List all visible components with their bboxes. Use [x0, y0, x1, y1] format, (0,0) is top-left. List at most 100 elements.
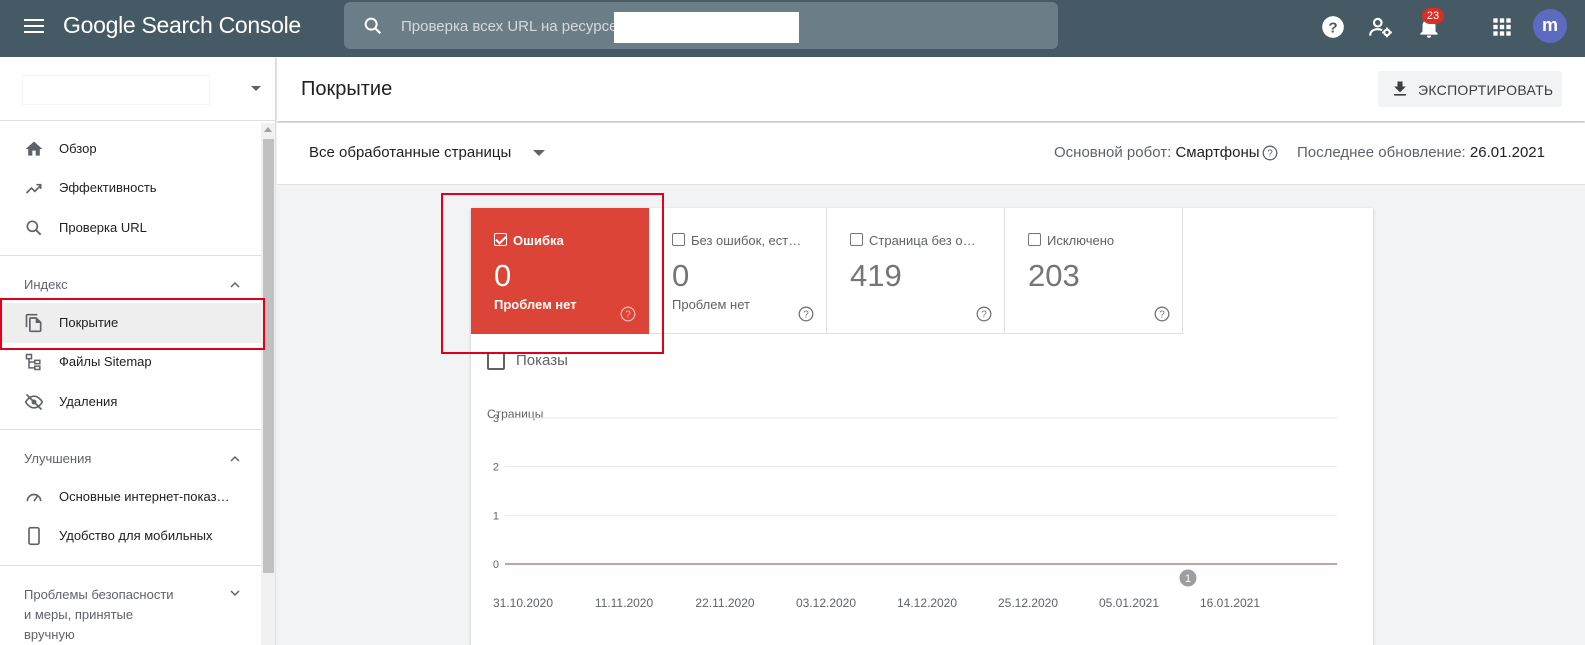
- last-updated-label: Последнее обновление:: [1297, 144, 1466, 161]
- svg-text:?: ?: [803, 310, 809, 321]
- last-updated-value: 26.01.2021: [1469, 144, 1545, 161]
- sidebar-scroll-thumb[interactable]: [263, 139, 274, 573]
- search-input[interactable]: [401, 13, 621, 39]
- trending-up-icon: [25, 183, 42, 194]
- chevron-down-icon[interactable]: [229, 587, 241, 599]
- section-security-line: Проблемы безопасности: [24, 587, 174, 602]
- apps-grid-icon[interactable]: [1489, 14, 1515, 40]
- coverage-card: Ошибка 0 Проблем нет ? Без ошибок, ест… …: [471, 208, 1373, 645]
- sidebar-item-label: Удаления: [59, 394, 118, 409]
- help-icon[interactable]: ?: [1320, 14, 1346, 40]
- section-index[interactable]: Индекс: [24, 277, 68, 292]
- tile-checkbox[interactable]: [494, 233, 507, 246]
- tile-label: Исключено: [1047, 233, 1115, 248]
- tile-checkbox[interactable]: [850, 233, 863, 246]
- export-label: ЭКСПОРТИРОВАТЬ: [1418, 82, 1554, 98]
- tile-value: 0: [494, 258, 512, 293]
- tile-checkbox[interactable]: [672, 233, 685, 246]
- tile-value: 0: [672, 258, 690, 293]
- x-tick-label: 22.11.2020: [695, 596, 754, 610]
- sidebar-item-performance[interactable]: Эффективность: [0, 168, 262, 208]
- svg-text:?: ?: [1267, 149, 1273, 160]
- chevron-down-icon[interactable]: [533, 150, 545, 156]
- section-security-line: и меры, принятые: [24, 607, 134, 622]
- speed-icon: [26, 493, 42, 502]
- url-inspection-search[interactable]: [344, 2, 1058, 49]
- sidebar-item-core-web-vitals[interactable]: Основные интернет-показ…: [0, 477, 262, 517]
- impressions-checkbox[interactable]: [487, 352, 505, 370]
- scroll-up-arrow-icon[interactable]: [264, 127, 272, 132]
- tile-valid-with-warnings[interactable]: Без ошибок, ест… 0 Проблем нет ?: [649, 208, 827, 334]
- svg-text:?: ?: [625, 310, 631, 321]
- svg-text:?: ?: [1159, 310, 1165, 321]
- sidebar-item-label: Файлы Sitemap: [59, 354, 152, 369]
- x-tick-label: 03.12.2020: [796, 596, 856, 610]
- property-selector[interactable]: [0, 57, 276, 121]
- removals-icon: [24, 393, 44, 411]
- section-security-line: вручную: [24, 627, 75, 642]
- sidebar-item-label: Основные интернет-показ…: [59, 489, 230, 504]
- section-enhancements[interactable]: Улучшения: [24, 451, 91, 466]
- sidebar-item-sitemaps[interactable]: Файлы Sitemap: [0, 342, 262, 382]
- chevron-up-icon[interactable]: [229, 453, 241, 465]
- divider: [0, 255, 261, 256]
- sidebar-item-label: Эффективность: [59, 180, 157, 195]
- sidebar-item-label: Обзор: [59, 141, 97, 156]
- tile-label: Страница без о…: [869, 233, 976, 248]
- tile-valid[interactable]: Страница без о… 419 ?: [827, 208, 1005, 334]
- help-outline-icon[interactable]: ?: [976, 306, 992, 322]
- page-title: Покрытие: [301, 78, 393, 100]
- section-security[interactable]: Проблемы безопасности и меры, принятые в…: [24, 585, 174, 645]
- top-bar: Google Search Console ? 23 m: [0, 0, 1585, 57]
- tile-checkbox[interactable]: [1028, 233, 1041, 246]
- tile-label: Ошибка: [513, 233, 564, 248]
- sidebar-item-url-inspection[interactable]: Проверка URL: [0, 208, 262, 248]
- manage-users-icon[interactable]: [1368, 14, 1394, 40]
- tile-excluded[interactable]: Исключено 203 ?: [1005, 208, 1183, 334]
- svg-text:?: ?: [1328, 19, 1337, 36]
- chevron-up-icon[interactable]: [229, 279, 241, 291]
- x-tick-label: 05.01.2021: [1099, 596, 1159, 610]
- coverage-chart: Страницы321031.10.2020 11.11.2020 22.11.20…: [487, 407, 1337, 610]
- redacted-property-name: [22, 75, 210, 105]
- page-header: Покрытие ЭКСПОРТИРОВАТЬ: [277, 57, 1585, 121]
- sidebar-item-label: Покрытие: [59, 315, 119, 330]
- help-outline-icon[interactable]: ?: [1262, 145, 1278, 161]
- x-tick-label: 11.11.2020: [595, 596, 654, 610]
- search-icon: [364, 17, 382, 35]
- tile-subtitle: Проблем нет: [672, 297, 750, 312]
- svg-text:?: ?: [981, 310, 987, 321]
- account-avatar[interactable]: m: [1533, 9, 1567, 43]
- sidebar: Обзор Эффективность Проверка URL Индекс …: [0, 57, 276, 645]
- x-tick-label: 16.01.2021: [1200, 596, 1260, 610]
- help-outline-icon[interactable]: ?: [620, 306, 636, 322]
- sidebar-item-label: Проверка URL: [59, 220, 147, 235]
- y-tick-label: 1: [493, 510, 499, 522]
- tile-label: Без ошибок, ест…: [691, 233, 802, 248]
- y-tick-label: 3: [493, 413, 499, 425]
- chart-annotation-label: 1: [1185, 573, 1191, 585]
- tile-value: 419: [850, 258, 902, 293]
- sidebar-item-removals[interactable]: Удаления: [0, 382, 262, 422]
- redacted-property-url: [614, 12, 799, 43]
- download-icon: [1394, 81, 1406, 96]
- smartphone-icon: [28, 526, 40, 546]
- last-updated: Последнее обновление: 26.01.2021: [1297, 144, 1545, 161]
- help-outline-icon[interactable]: ?: [798, 306, 814, 322]
- tile-error[interactable]: Ошибка 0 Проблем нет ?: [471, 208, 649, 334]
- sidebar-item-mobile-usability[interactable]: Удобство для мобильных: [0, 516, 262, 556]
- x-tick-label: 14.12.2020: [897, 596, 957, 610]
- primary-crawler-value: Смартфоны: [1175, 144, 1260, 161]
- menu-icon[interactable]: [24, 16, 46, 38]
- help-outline-icon[interactable]: ?: [1154, 306, 1170, 322]
- export-button[interactable]: ЭКСПОРТИРОВАТЬ: [1378, 71, 1562, 107]
- home-icon: [25, 141, 43, 156]
- pages-filter-dropdown[interactable]: Все обработанные страницы: [309, 144, 511, 161]
- tile-value: 203: [1028, 258, 1080, 293]
- y-tick-label: 0: [493, 559, 499, 571]
- sitemap-icon: [25, 353, 41, 371]
- sidebar-item-overview[interactable]: Обзор: [0, 129, 262, 169]
- x-tick-label: 25.12.2020: [998, 596, 1058, 610]
- app-logo[interactable]: Google Search Console: [63, 12, 301, 39]
- sidebar-item-coverage[interactable]: Покрытие: [0, 303, 262, 343]
